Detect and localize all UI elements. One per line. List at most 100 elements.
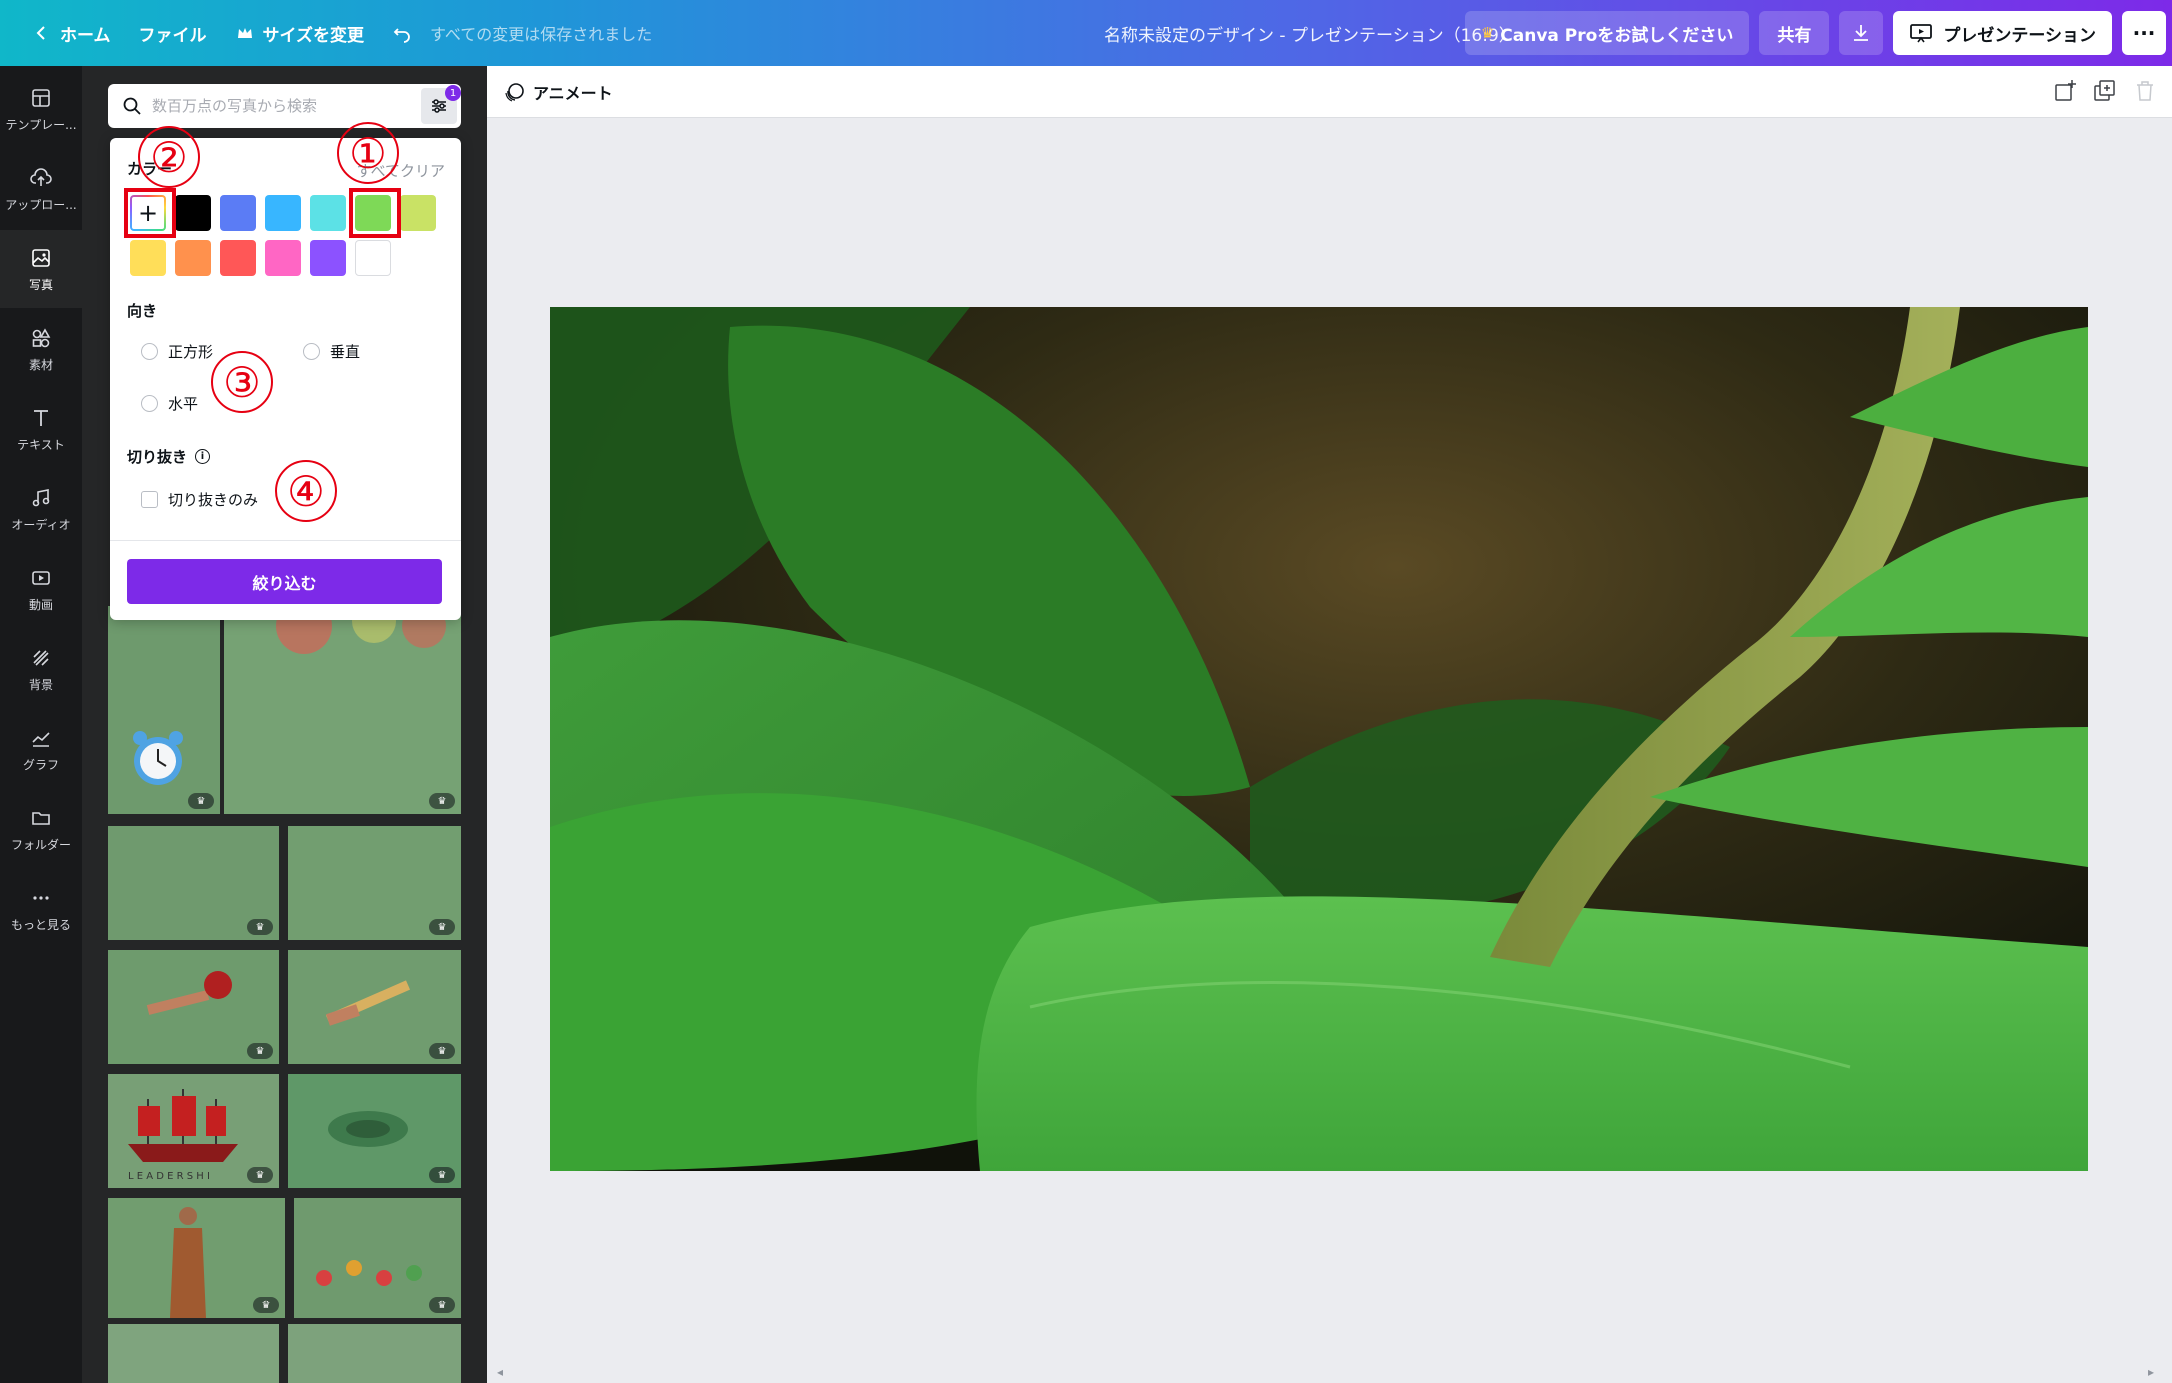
photo-thumbnail[interactable]: ♛ (294, 1198, 461, 1318)
text-icon (34, 409, 48, 426)
popup-divider (110, 540, 461, 541)
rail-item-chart[interactable]: グラフ (0, 710, 82, 788)
design-canvas[interactable] (550, 307, 2088, 1171)
search-icon (123, 97, 141, 115)
vertical-scrollbar[interactable] (2160, 128, 2168, 1378)
folder-icon (32, 811, 50, 825)
rail-label: オーディオ (11, 517, 71, 532)
color-swatch-lime[interactable] (400, 195, 436, 231)
checkbox-box (141, 491, 158, 508)
video-icon (32, 570, 50, 585)
color-swatch-turquoise[interactable] (310, 195, 346, 231)
rail-item-background[interactable]: 背景 (0, 630, 82, 708)
square-label: 正方形 (168, 343, 214, 361)
left-rail: テンプレー... アップロー... 写真 素材 テキスト オーディオ 動画 背景… (0, 66, 82, 1383)
paper-fans-image (276, 606, 446, 654)
filter-toggle-button[interactable]: 1 (421, 85, 461, 124)
color-swatch-black[interactable] (175, 195, 211, 231)
photo-thumbnail[interactable]: ♛ (288, 1074, 461, 1188)
orientation-vertical-radio[interactable]: 垂直 (303, 341, 360, 362)
color-swatch-sky-blue[interactable] (265, 195, 301, 231)
file-menu-button[interactable]: ファイル (125, 12, 221, 54)
rail-label: 写真 (28, 277, 53, 292)
rail-item-text[interactable]: テキスト (0, 390, 82, 468)
color-swatch-yellow[interactable] (130, 240, 166, 276)
rail-label: 素材 (28, 357, 53, 372)
annotation-marker-3: ③ (211, 351, 273, 413)
crown-icon: ♛ (429, 1167, 455, 1183)
rail-item-video[interactable]: 動画 (0, 550, 82, 628)
color-swatch-red[interactable] (220, 240, 256, 276)
photo-thumbnail[interactable]: ♛ (108, 826, 279, 940)
photo-thumbnail[interactable]: ♛ (108, 1324, 279, 1383)
photo-thumbnail[interactable]: ♛ (288, 950, 461, 1064)
crown-icon (237, 28, 252, 38)
present-button[interactable]: プレゼンテーション (1893, 11, 2112, 55)
cutout-only-checkbox[interactable]: 切り抜きのみ (141, 489, 258, 510)
rail-item-audio[interactable]: オーディオ (0, 470, 82, 548)
photo-thumbnail[interactable]: ♛ (108, 950, 279, 1064)
home-button[interactable]: ホーム (18, 12, 125, 54)
alarm-clock-image (133, 731, 183, 785)
resize-button[interactable]: サイズを変更 (221, 12, 379, 54)
photo-thumbnail[interactable]: ♛ (108, 1198, 285, 1318)
rail-item-photos[interactable]: 写真 (0, 230, 82, 308)
radio-circle (141, 395, 158, 412)
annotation-marker-4: ④ (275, 460, 337, 522)
try-pro-label: Canva Proをお試しください (1500, 25, 1734, 46)
rail-label: 背景 (28, 677, 53, 692)
photo-thumbnail[interactable]: ♛ (224, 606, 461, 814)
photo-thumbnail[interactable]: ♛ (108, 606, 220, 814)
download-icon (1854, 25, 1869, 41)
info-icon[interactable]: i (195, 449, 211, 464)
chart-icon (32, 731, 50, 747)
color-swatch-pink[interactable] (265, 240, 301, 276)
design-title[interactable]: 名称未設定のデザイン - プレゼンテーション（16:9） (1104, 0, 1516, 66)
orientation-horizontal-radio[interactable]: 水平 (141, 393, 198, 414)
photo-thumbnail[interactable]: ♛ (288, 1324, 461, 1383)
crown-icon: ♛ (429, 1043, 455, 1059)
crown-icon: ♛ (253, 1297, 279, 1313)
editor-workspace: アニメート ◂ ▸ (487, 66, 2172, 1383)
try-pro-button[interactable]: ♛ Canva Proをお試しください (1464, 11, 1750, 55)
photo-search-input[interactable] (152, 97, 412, 115)
animate-label: アニメート (533, 83, 613, 103)
scroll-left-arrow[interactable]: ◂ (497, 1365, 503, 1379)
rail-item-folder[interactable]: フォルダー (0, 790, 82, 868)
photo-thumbnail[interactable]: L E A D E R S H I ♛ (108, 1074, 279, 1188)
home-label: ホーム (60, 25, 111, 46)
annotation-box-green-swatch (349, 188, 401, 238)
color-swatch-white[interactable] (355, 240, 391, 276)
share-button[interactable]: 共有 (1759, 11, 1830, 55)
present-icon (1910, 24, 1933, 43)
crown-icon: ♛ (247, 1167, 273, 1183)
delete-page-icon[interactable] (2132, 78, 2158, 104)
rail-item-elements[interactable]: 素材 (0, 310, 82, 388)
chevron-left-icon (36, 26, 45, 40)
add-page-icon[interactable] (2052, 78, 2078, 104)
orientation-square-radio[interactable]: 正方形 (141, 341, 213, 362)
orientation-section-title: 向き (127, 302, 158, 320)
rail-label: テンプレー... (5, 117, 77, 132)
color-swatch-blue[interactable] (220, 195, 256, 231)
vertical-label: 垂直 (330, 343, 361, 361)
undo-button[interactable] (378, 12, 426, 54)
more-options-button[interactable]: ··· (2122, 11, 2166, 55)
scroll-right-arrow[interactable]: ▸ (2148, 1365, 2154, 1379)
rail-item-templates[interactable]: テンプレー... (0, 70, 82, 148)
color-swatch-purple[interactable] (310, 240, 346, 276)
crown-icon: ♛ (1480, 24, 1495, 42)
animate-button[interactable]: アニメート (503, 80, 613, 104)
duplicate-page-icon[interactable] (2092, 78, 2118, 104)
horizontal-label: 水平 (168, 395, 199, 413)
download-button[interactable] (1839, 11, 1884, 55)
apply-filter-button[interactable]: 絞り込む (127, 559, 442, 604)
photo-thumbnail[interactable]: ♛ (288, 826, 461, 940)
color-swatch-orange[interactable] (175, 240, 211, 276)
rail-item-uploads[interactable]: アップロー... (0, 150, 82, 228)
undo-icon (393, 28, 410, 43)
audio-icon (32, 488, 50, 506)
radio-circle (141, 343, 158, 360)
rail-item-more[interactable]: もっと見る (0, 870, 82, 948)
animate-icon (505, 82, 524, 102)
